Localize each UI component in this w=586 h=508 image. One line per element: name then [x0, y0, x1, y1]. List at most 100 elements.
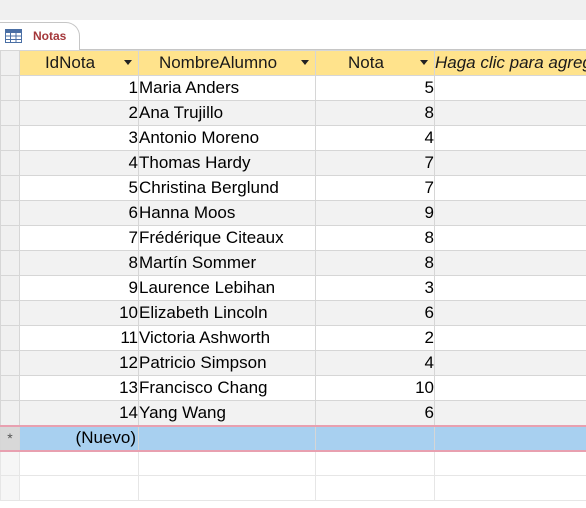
table-row[interactable]: 9 Laurence Lebihan 3	[0, 275, 586, 301]
cell-nota[interactable]: 4	[315, 125, 435, 151]
cell-add[interactable]	[434, 100, 586, 126]
cell-add[interactable]	[434, 75, 586, 101]
cell-idnota[interactable]: 7	[19, 225, 139, 251]
row-selector[interactable]	[0, 375, 20, 401]
row-selector[interactable]	[0, 75, 20, 101]
cell-nota[interactable]: 6	[315, 300, 435, 326]
cell-nota[interactable]: 8	[315, 225, 435, 251]
cell-nombrealumno[interactable]: Antonio Moreno	[138, 125, 316, 151]
new-record-cell[interactable]	[315, 424, 435, 452]
table-row[interactable]: 1 Maria Anders 5	[0, 75, 586, 101]
cell-nota[interactable]: 10	[315, 375, 435, 401]
cell-add[interactable]	[434, 175, 586, 201]
cell-add[interactable]	[434, 125, 586, 151]
cell-nota[interactable]: 9	[315, 200, 435, 226]
cell-add[interactable]	[434, 200, 586, 226]
cell-nota[interactable]: 6	[315, 400, 435, 426]
row-selector[interactable]	[0, 225, 20, 251]
cell-nombrealumno[interactable]: Hanna Moos	[138, 200, 316, 226]
row-selector[interactable]	[0, 125, 20, 151]
cell-nota[interactable]: 5	[315, 75, 435, 101]
cell-idnota[interactable]: 4	[19, 150, 139, 176]
cell-add[interactable]	[434, 375, 586, 401]
new-record-cell[interactable]	[434, 424, 586, 452]
cell-idnota[interactable]: 13	[19, 375, 139, 401]
column-label-nota: Nota	[348, 53, 384, 72]
cell-idnota[interactable]: 10	[19, 300, 139, 326]
row-selector[interactable]	[0, 275, 20, 301]
new-record-label[interactable]: (Nuevo)	[19, 424, 139, 452]
cell-idnota[interactable]: 3	[19, 125, 139, 151]
cell-nombrealumno[interactable]: Patricio Simpson	[138, 350, 316, 376]
row-selector[interactable]	[0, 175, 20, 201]
cell-add[interactable]	[434, 225, 586, 251]
chevron-down-icon[interactable]	[420, 60, 428, 65]
cell-idnota[interactable]: 1	[19, 75, 139, 101]
cell-nota[interactable]: 8	[315, 250, 435, 276]
new-record-cell[interactable]	[138, 424, 316, 452]
row-selector[interactable]	[0, 400, 20, 426]
cell-idnota[interactable]: 5	[19, 175, 139, 201]
cell-add[interactable]	[434, 250, 586, 276]
column-header-nombrealumno[interactable]: NombreAlumno	[138, 50, 316, 76]
cell-add[interactable]	[434, 400, 586, 426]
cell-idnota[interactable]: 8	[19, 250, 139, 276]
cell-nota[interactable]: 4	[315, 350, 435, 376]
cell-nombrealumno[interactable]: Martín Sommer	[138, 250, 316, 276]
table-row[interactable]: 4 Thomas Hardy 7	[0, 150, 586, 176]
cell-add[interactable]	[434, 275, 586, 301]
table-row[interactable]: 3 Antonio Moreno 4	[0, 125, 586, 151]
row-selector[interactable]	[0, 250, 20, 276]
table-row[interactable]: 12 Patricio Simpson 4	[0, 350, 586, 376]
table-row[interactable]: 13 Francisco Chang 10	[0, 375, 586, 401]
cell-nota[interactable]: 3	[315, 275, 435, 301]
cell-nombrealumno[interactable]: Frédérique Citeaux	[138, 225, 316, 251]
cell-idnota[interactable]: 6	[19, 200, 139, 226]
cell-idnota[interactable]: 2	[19, 100, 139, 126]
cell-nombrealumno[interactable]: Francisco Chang	[138, 375, 316, 401]
cell-nombrealumno[interactable]: Maria Anders	[138, 75, 316, 101]
cell-add[interactable]	[434, 300, 586, 326]
cell-idnota[interactable]: 14	[19, 400, 139, 426]
cell-nombrealumno[interactable]: Victoria Ashworth	[138, 325, 316, 351]
chevron-down-icon[interactable]	[124, 60, 132, 65]
cell-nombrealumno[interactable]: Laurence Lebihan	[138, 275, 316, 301]
cell-nota[interactable]: 7	[315, 150, 435, 176]
column-header-idnota[interactable]: IdNota	[19, 50, 139, 76]
row-selector[interactable]	[0, 150, 20, 176]
cell-nota[interactable]: 2	[315, 325, 435, 351]
row-selector[interactable]	[0, 350, 20, 376]
table-row[interactable]: 6 Hanna Moos 9	[0, 200, 586, 226]
column-header-add[interactable]: Haga clic para agregar	[434, 50, 586, 76]
table-row[interactable]: 11 Victoria Ashworth 2	[0, 325, 586, 351]
new-record-marker[interactable]: *	[0, 424, 20, 452]
table-row[interactable]: 10 Elizabeth Lincoln 6	[0, 300, 586, 326]
table-row[interactable]: 8 Martín Sommer 8	[0, 250, 586, 276]
select-all-corner[interactable]	[0, 50, 20, 76]
cell-add[interactable]	[434, 325, 586, 351]
cell-nombrealumno[interactable]: Ana Trujillo	[138, 100, 316, 126]
cell-nombrealumno[interactable]: Yang Wang	[138, 400, 316, 426]
row-selector[interactable]	[0, 325, 20, 351]
cell-add[interactable]	[434, 150, 586, 176]
cell-nota[interactable]: 8	[315, 100, 435, 126]
cell-idnota[interactable]: 11	[19, 325, 139, 351]
new-record-row[interactable]: * (Nuevo)	[0, 424, 586, 452]
chevron-down-icon[interactable]	[301, 60, 309, 65]
cell-nombrealumno[interactable]: Christina Berglund	[138, 175, 316, 201]
cell-idnota[interactable]: 9	[19, 275, 139, 301]
row-selector[interactable]	[0, 300, 20, 326]
table-row[interactable]: 14 Yang Wang 6	[0, 400, 586, 426]
table-row[interactable]: 2 Ana Trujillo 8	[0, 100, 586, 126]
cell-nombrealumno[interactable]: Elizabeth Lincoln	[138, 300, 316, 326]
cell-idnota[interactable]: 12	[19, 350, 139, 376]
column-header-nota[interactable]: Nota	[315, 50, 435, 76]
cell-nombrealumno[interactable]: Thomas Hardy	[138, 150, 316, 176]
table-row[interactable]: 7 Frédérique Citeaux 8	[0, 225, 586, 251]
row-selector[interactable]	[0, 200, 20, 226]
tab-notas[interactable]: Notas	[0, 22, 80, 50]
table-row[interactable]: 5 Christina Berglund 7	[0, 175, 586, 201]
row-selector[interactable]	[0, 100, 20, 126]
cell-nota[interactable]: 7	[315, 175, 435, 201]
cell-add[interactable]	[434, 350, 586, 376]
